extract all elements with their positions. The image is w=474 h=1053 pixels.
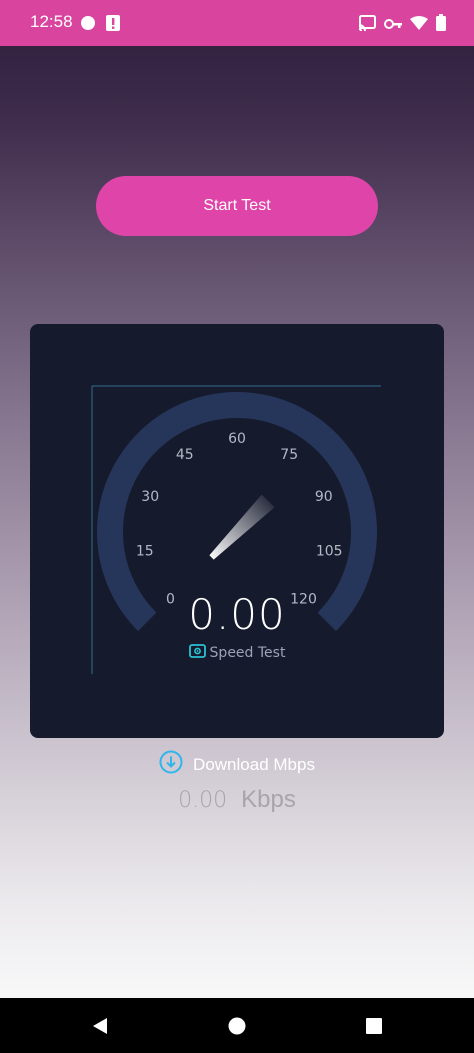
status-bar: 12:58 — [0, 0, 474, 46]
status-time: 12:58 — [30, 12, 73, 31]
download-label-row: Download Mbps — [0, 750, 474, 779]
speed-test-logo-icon — [188, 644, 206, 662]
circle-app-icon — [80, 15, 96, 35]
speed-gauge-card: 0 15 30 45 60 75 90 105 120 0.00 Speed Test — [30, 324, 444, 738]
download-rate-value: 0.00 — [178, 788, 228, 813]
gauge-speed-value: 0.00 — [188, 590, 286, 639]
gauge-tick-label: 15 — [136, 543, 154, 559]
recents-icon[interactable] — [362, 1014, 386, 1038]
gauge-tick-labels: 0153045607590105120 — [136, 431, 343, 608]
speed-gauge: 0153045607590105120 — [91, 385, 381, 674]
gauge-tick-label: 75 — [280, 447, 298, 463]
download-rate-unit: Kbps — [241, 786, 296, 813]
battery-icon — [436, 14, 446, 35]
download-rate: 0.00 Kbps — [0, 786, 474, 814]
download-label: Download Mbps — [193, 754, 315, 774]
gauge-tick-label: 30 — [141, 489, 159, 505]
status-icons — [358, 14, 446, 35]
gauge-brand: Speed Test — [30, 644, 444, 662]
alert-app-icon — [106, 15, 120, 35]
back-icon[interactable] — [88, 1014, 112, 1038]
gauge-tick-label: 45 — [176, 447, 194, 463]
wifi-icon — [410, 15, 428, 34]
gauge-tick-label: 60 — [228, 431, 246, 447]
gauge-brand-label: Speed Test — [209, 645, 286, 661]
navigation-bar — [0, 998, 474, 1053]
cast-icon — [358, 14, 376, 35]
home-icon[interactable] — [225, 1014, 249, 1038]
start-test-button[interactable]: Start Test — [96, 176, 378, 236]
download-arrow-icon — [159, 750, 183, 779]
gauge-tick-label: 105 — [316, 543, 343, 559]
gauge-tick-label: 90 — [315, 489, 333, 505]
gauge-needle — [209, 494, 275, 560]
vpn-key-icon — [384, 15, 402, 34]
